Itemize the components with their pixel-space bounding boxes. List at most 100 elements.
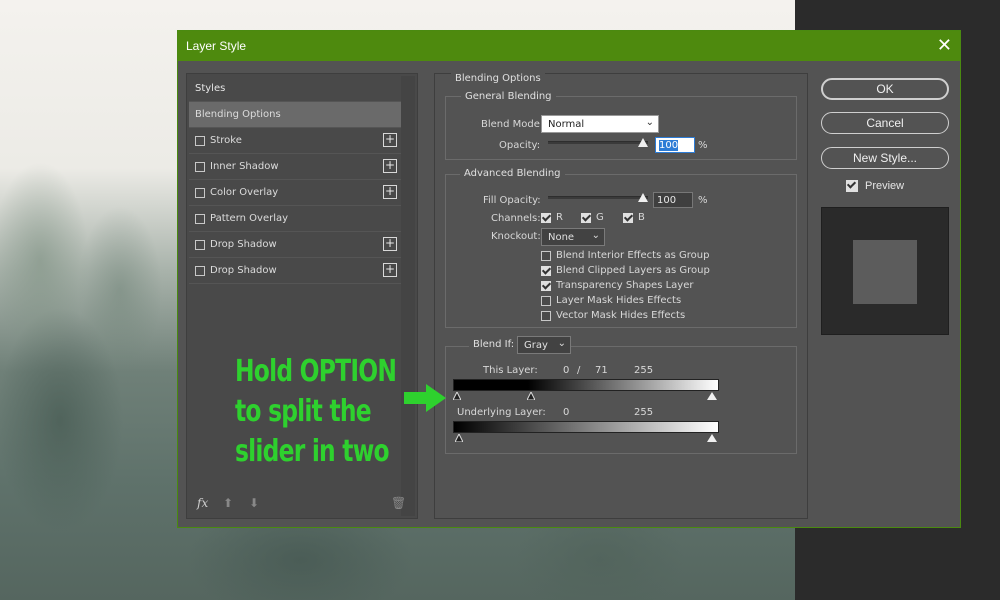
underlying-high-value: 255 — [634, 407, 654, 418]
style-item-drop-shadow[interactable]: Drop Shadow + — [189, 232, 401, 258]
this-layer-black-split-right-handle[interactable] — [527, 392, 535, 400]
add-drop-shadow-2-button[interactable]: + — [383, 263, 397, 277]
blend-if-label: Blend If: — [469, 339, 519, 350]
fill-opacity-slider[interactable] — [548, 196, 648, 199]
general-blending-title: General Blending — [461, 91, 556, 102]
fill-opacity-slider-thumb[interactable] — [638, 193, 648, 202]
style-item-stroke[interactable]: Stroke + — [189, 128, 401, 154]
this-layer-label: This Layer: — [483, 365, 538, 376]
chevron-down-icon: ⌄ — [591, 230, 600, 241]
option-label: Transparency Shapes Layer — [556, 280, 694, 291]
add-color-overlay-button[interactable]: + — [383, 185, 397, 199]
this-layer-white-handle[interactable] — [707, 392, 717, 400]
checkbox-icon — [623, 212, 633, 223]
blend-if-select[interactable]: Gray ⌄ — [517, 336, 571, 354]
checkbox-icon — [541, 280, 551, 291]
styles-heading[interactable]: Styles — [189, 76, 401, 102]
option-label: Vector Mask Hides Effects — [556, 310, 686, 321]
new-style-button[interactable]: New Style... — [821, 147, 949, 169]
channel-r-checkbox[interactable]: R — [541, 212, 563, 223]
styles-footer: fx ⬆ ⬇ 🗑 — [195, 494, 407, 512]
opacity-input[interactable]: 100 — [655, 137, 695, 153]
knockout-value: None — [548, 232, 575, 243]
dialog-title: Layer Style — [186, 39, 247, 53]
channel-g-label: G — [596, 212, 604, 223]
checkbox-icon — [541, 295, 551, 306]
styles-list: Styles Blending Options Stroke + Inner S… — [189, 76, 401, 284]
stroke-checkbox[interactable] — [195, 135, 205, 146]
cancel-button[interactable]: Cancel — [821, 112, 949, 134]
this-layer-low-value: 0 — [563, 365, 570, 376]
fill-opacity-value: 100 — [657, 195, 677, 206]
color-overlay-checkbox[interactable] — [195, 187, 205, 198]
arrow-right-icon — [404, 384, 446, 412]
inner-shadow-checkbox[interactable] — [195, 161, 205, 172]
checkbox-icon — [541, 265, 551, 276]
move-up-icon[interactable]: ⬆ — [223, 496, 233, 510]
preview-thumbnail — [821, 207, 949, 335]
pattern-overlay-checkbox[interactable] — [195, 213, 205, 224]
advanced-blending-title: Advanced Blending — [460, 168, 565, 179]
blend-mode-value: Normal — [548, 119, 585, 130]
drop-shadow-checkbox[interactable] — [195, 239, 205, 250]
blending-options-title: Blending Options — [451, 73, 545, 84]
this-layer-gradient[interactable] — [453, 379, 719, 391]
underlying-black-handle[interactable] — [455, 434, 463, 442]
blend-interior-checkbox[interactable]: Blend Interior Effects as Group — [541, 250, 709, 261]
style-item-drop-shadow-2[interactable]: Drop Shadow + — [189, 258, 401, 284]
fx-icon[interactable]: fx — [197, 496, 208, 510]
this-layer-black-split-left-handle[interactable] — [453, 392, 461, 400]
option-label: Blend Interior Effects as Group — [556, 250, 710, 261]
styles-scrollbar[interactable] — [401, 76, 415, 516]
style-item-color-overlay[interactable]: Color Overlay + — [189, 180, 401, 206]
blend-mode-select[interactable]: Normal ⌄ — [541, 115, 659, 133]
styles-heading-label: Styles — [195, 83, 226, 94]
checkbox-icon — [541, 212, 551, 223]
underlying-layer-label: Underlying Layer: — [457, 407, 546, 418]
chevron-down-icon: ⌄ — [645, 117, 654, 128]
vector-mask-hides-checkbox[interactable]: Vector Mask Hides Effects — [541, 310, 685, 321]
style-item-label: Drop Shadow — [210, 239, 277, 250]
opacity-value: 100 — [659, 140, 679, 151]
fill-opacity-label: Fill Opacity: — [483, 195, 541, 206]
dialog-titlebar[interactable]: Layer Style ✕ — [178, 31, 960, 61]
blend-mode-label: Blend Mode: — [481, 119, 544, 130]
underlying-layer-gradient[interactable] — [453, 421, 719, 433]
style-item-blending-options[interactable]: Blending Options — [189, 102, 401, 128]
this-layer-high-value: 255 — [634, 365, 654, 376]
opacity-slider[interactable] — [548, 141, 648, 144]
option-label: Blend Clipped Layers as Group — [556, 265, 710, 276]
close-icon[interactable]: ✕ — [937, 36, 952, 54]
layer-mask-hides-checkbox[interactable]: Layer Mask Hides Effects — [541, 295, 681, 306]
add-drop-shadow-button[interactable]: + — [383, 237, 397, 251]
checkbox-icon — [581, 212, 591, 223]
fill-opacity-unit: % — [698, 195, 708, 206]
annotation-line-2: to split the — [235, 394, 372, 429]
underlying-white-handle[interactable] — [707, 434, 717, 442]
checkbox-icon — [541, 310, 551, 321]
channels-label: Channels: — [491, 213, 541, 224]
this-layer-separator: / — [577, 365, 581, 376]
channel-b-checkbox[interactable]: B — [623, 212, 645, 223]
annotation-line-1: Hold OPTION — [235, 354, 397, 389]
option-label: Layer Mask Hides Effects — [556, 295, 682, 306]
ok-button[interactable]: OK — [821, 78, 949, 100]
trash-icon[interactable]: 🗑 — [391, 496, 406, 510]
style-item-pattern-overlay[interactable]: Pattern Overlay — [189, 206, 401, 232]
add-inner-shadow-button[interactable]: + — [383, 159, 397, 173]
style-item-inner-shadow[interactable]: Inner Shadow + — [189, 154, 401, 180]
drop-shadow-2-checkbox[interactable] — [195, 265, 205, 276]
opacity-slider-thumb[interactable] — [638, 138, 648, 147]
style-item-label: Inner Shadow — [210, 161, 279, 172]
channel-g-checkbox[interactable]: G — [581, 212, 604, 223]
fill-opacity-input[interactable]: 100 — [653, 192, 693, 208]
preview-swatch — [853, 240, 917, 304]
move-down-icon[interactable]: ⬇ — [249, 496, 259, 510]
blend-if-group — [445, 346, 797, 454]
transparency-shapes-checkbox[interactable]: Transparency Shapes Layer — [541, 280, 693, 291]
add-stroke-button[interactable]: + — [383, 133, 397, 147]
channel-b-label: B — [638, 212, 645, 223]
blend-clipped-checkbox[interactable]: Blend Clipped Layers as Group — [541, 265, 710, 276]
preview-checkbox[interactable]: Preview — [846, 180, 904, 192]
knockout-select[interactable]: None ⌄ — [541, 228, 605, 246]
